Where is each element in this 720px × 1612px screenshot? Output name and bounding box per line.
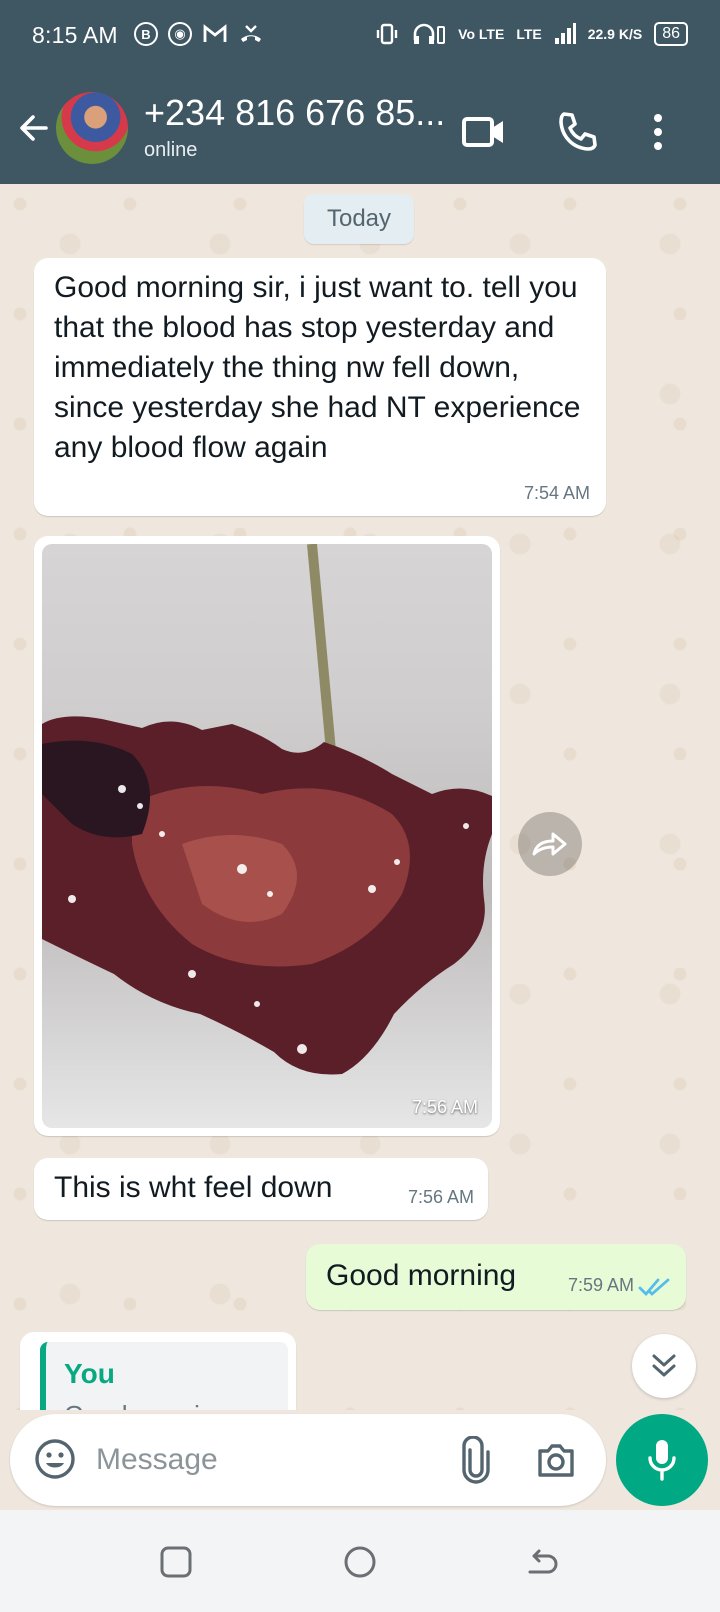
- message-text: Good morning: [326, 1259, 517, 1292]
- double-chevron-down-icon: [652, 1354, 676, 1377]
- incoming-image-message[interactable]: 7:56 AM: [34, 536, 500, 1136]
- emoji-icon[interactable]: [34, 1438, 76, 1480]
- vibrate-icon: [376, 23, 398, 45]
- notification-icons: B ◉: [134, 22, 264, 46]
- recents-button-icon[interactable]: [156, 1542, 196, 1582]
- video-call-icon[interactable]: [460, 108, 508, 156]
- b-icon: B: [134, 22, 158, 46]
- message-photo[interactable]: [42, 544, 492, 1128]
- read-receipt-icon: [638, 1278, 670, 1297]
- system-indicators: Vo LTE LTE 22.9 K/S 86: [374, 22, 688, 46]
- signal-icon: [554, 23, 576, 44]
- camera-icon[interactable]: [534, 1438, 578, 1482]
- incoming-message[interactable]: Good morning sir, i just want to. tell y…: [34, 258, 606, 516]
- quoted-message[interactable]: You Good morning: [40, 1342, 288, 1410]
- message-text: Good morning sir, i just want to. tell y…: [54, 271, 581, 464]
- voice-call-icon[interactable]: [554, 108, 602, 156]
- contact-status: online: [144, 139, 198, 161]
- lte-label: LTE: [516, 26, 542, 42]
- more-options-icon[interactable]: [646, 108, 670, 156]
- message-input[interactable]: [96, 1432, 436, 1488]
- home-button-icon[interactable]: [340, 1542, 380, 1582]
- message-time: 7:59 AM: [567, 1275, 634, 1295]
- headphones-icon: [413, 23, 446, 44]
- contact-avatar[interactable]: [56, 92, 128, 164]
- message-time: 7:54 AM: [523, 483, 590, 503]
- message-time: 7:56 AM: [407, 1187, 474, 1207]
- chat-header: +234 816 676 85... online: [0, 80, 720, 184]
- microphone-icon: [648, 1440, 676, 1481]
- incoming-message[interactable]: This is wht feel down 7:56 AM: [34, 1158, 488, 1220]
- message-time: 7:56 AM: [411, 1097, 478, 1117]
- back-button-icon[interactable]: [522, 1542, 562, 1582]
- attach-icon[interactable]: [456, 1436, 496, 1484]
- gmail-icon: [203, 24, 227, 42]
- top-bar: 8:15 AM B ◉ Vo LTE LTE 22.9 K/S 86 +234 …: [0, 0, 720, 184]
- forward-button[interactable]: [518, 812, 582, 876]
- system-nav-bar: [0, 1510, 720, 1612]
- quote-text: Good morning: [64, 1400, 229, 1410]
- battery-level: 86: [654, 22, 688, 46]
- chat-area[interactable]: Today Good morning sir, i just want to. …: [0, 184, 720, 1410]
- chrome-icon: ◉: [168, 22, 192, 46]
- reply-message[interactable]: You Good morning: [20, 1332, 296, 1410]
- message-composer: [0, 1410, 720, 1510]
- status-bar: 8:15 AM B ◉ Vo LTE LTE 22.9 K/S 86: [0, 0, 720, 72]
- voice-record-button[interactable]: [616, 1414, 708, 1506]
- date-separator: Today: [304, 194, 414, 244]
- status-time: 8:15 AM: [32, 22, 118, 48]
- quote-author: You: [64, 1358, 115, 1389]
- forward-icon: [532, 832, 567, 856]
- missed-call-icon: [241, 25, 261, 42]
- photo-content: [42, 544, 492, 1075]
- scroll-to-bottom-button[interactable]: [632, 1334, 696, 1398]
- contact-name[interactable]: +234 816 676 85...: [144, 92, 445, 134]
- message-text: This is wht feel down: [54, 1171, 333, 1204]
- back-arrow-icon[interactable]: [14, 108, 54, 148]
- message-input-box: [10, 1414, 606, 1506]
- net-speed: 22.9 K/S: [587, 26, 643, 42]
- volte-label: Vo LTE: [458, 26, 505, 42]
- outgoing-message[interactable]: Good morning 7:59 AM: [306, 1244, 686, 1310]
